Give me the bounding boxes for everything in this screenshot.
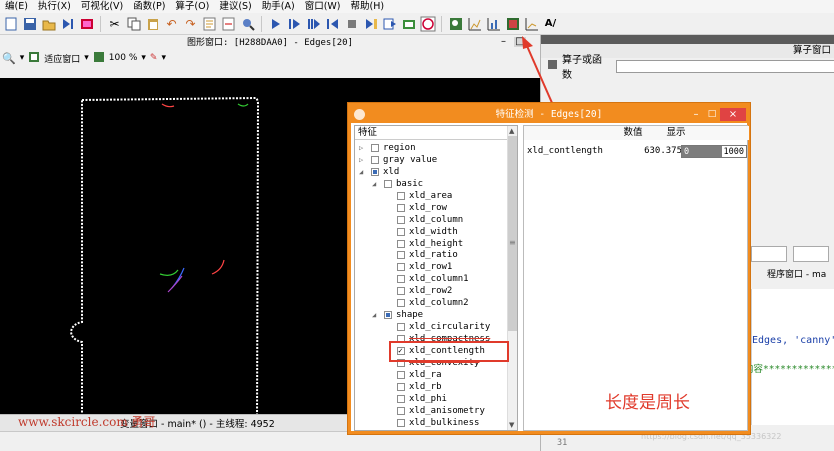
tree-item[interactable]: xld_area [355,190,507,202]
tree-item-label: basic [396,178,424,189]
feature-row[interactable]: xld_contlength 630.375 0 1000 [524,144,749,158]
expand-icon[interactable]: ▷ [359,154,367,166]
highlight-box [389,341,509,362]
feature-tree-pane: 特征 ▷ region ▷ gray value ◢ xld ◢ basic xld_area x… [354,125,518,431]
tree-item[interactable]: xld_column2 [355,297,507,309]
feature-tree: ▷ region ▷ gray value ◢ xld ◢ basic xld_area xld_… [355,142,507,429]
tree-checkbox[interactable] [397,251,405,260]
tree-item-label: xld_column2 [409,298,469,309]
tree-item[interactable]: xld_anisometry [355,405,507,417]
tree-item[interactable]: xld_ratio [355,249,507,261]
tree-item[interactable]: xld_circularity [355,321,507,333]
tree-checkbox[interactable] [371,167,379,176]
tree-item-label: xld [383,166,400,177]
scroll-down-icon[interactable]: ▼ [509,421,514,429]
screen-root: { "menu": ["编(E)","执行(X)","可视化(V)","函数(P… [0,0,834,451]
tree-item-label: xld_phi [409,393,447,404]
tree-checkbox[interactable] [397,191,405,200]
value-column-header: 数值 [623,127,643,138]
tree-item-label: xld_row1 [409,262,453,273]
tree-item[interactable]: ◢ shape [355,309,507,321]
feature-inspection-dialog: 特征检测 - Edges[20] – □ × 特征 ▷ region ▷ gray v… [348,103,750,434]
tree-item[interactable]: ▷ gray value [355,154,507,166]
tree-item-label: xld_row2 [409,286,453,297]
tree-checkbox[interactable] [397,203,405,212]
tree-item-label: xld_column1 [409,274,469,285]
feature-values-pane: 数值 显示 xld_contlength 630.375 0 1000 [523,125,749,431]
tree-checkbox[interactable] [397,382,405,391]
tree-checkbox[interactable] [384,179,392,188]
tree-checkbox[interactable] [397,394,405,403]
tree-item[interactable]: ◢ basic [355,178,507,190]
tree-item[interactable]: xld_row [355,202,507,214]
tree-item-label: xld_bulkiness [409,417,480,428]
tree-item[interactable]: ▷ region [355,142,507,154]
feature-tree-header: 特征 [355,126,507,140]
tree-item-label: shape [396,310,424,321]
tree-item-label: xld_anisometry [409,405,485,416]
annotation-text: 长度是周长 [605,393,690,413]
display-column-header: 显示 [666,127,686,138]
tree-checkbox[interactable] [397,227,405,236]
tree-item[interactable]: xld_bulkiness [355,417,507,429]
tree-item[interactable]: xld_column [355,214,507,226]
tree-item[interactable]: xld_rb [355,381,507,393]
tree-checkbox[interactable] [397,406,405,415]
tree-item-label: xld_circularity [409,322,491,333]
tree-checkbox[interactable] [397,418,405,427]
tree-item[interactable]: xld_phi [355,393,507,405]
tree-item[interactable]: xld_row1 [355,261,507,273]
tree-checkbox[interactable] [371,144,379,152]
dialog-close-button[interactable]: × [720,108,746,121]
tree-checkbox[interactable] [397,370,405,379]
feature-values-header: 数值 显示 [524,126,749,140]
expand-icon[interactable]: ▷ [359,142,367,154]
dialog-app-icon [354,109,365,120]
tree-checkbox[interactable] [397,239,405,248]
tree-checkbox[interactable] [384,311,392,320]
tree-checkbox[interactable] [397,287,405,296]
tree-checkbox[interactable] [397,323,405,332]
tree-item[interactable]: xld_column1 [355,273,507,285]
tree-item[interactable]: ◢ xld [355,166,507,178]
tree-item-label: xld_row [409,202,447,213]
dialog-maximize-button[interactable]: □ [705,106,719,123]
tree-item-label: gray value [383,154,438,165]
dialog-title: 特征检测 - Edges[20] [351,106,747,123]
feature-bar-min: 0 [684,147,690,157]
tree-checkbox[interactable] [397,263,405,272]
tree-checkbox[interactable] [371,155,379,164]
feature-name: xld_contlength [527,146,603,156]
collapse-icon[interactable]: ◢ [372,309,380,321]
tree-item[interactable]: xld_ra [355,369,507,381]
scrollbar-thumb[interactable] [508,136,517,331]
tree-checkbox[interactable] [397,275,405,284]
tree-item-label: xld_ra [409,369,442,380]
tree-item[interactable]: xld_height [355,238,507,250]
tree-item-label: xld_rb [409,381,442,392]
collapse-icon[interactable]: ◢ [359,166,367,178]
feature-bar-max: 1000 [723,147,744,157]
tree-checkbox[interactable] [397,299,405,308]
feature-display-bar[interactable]: 0 1000 [681,145,747,158]
tree-item[interactable]: xld_row2 [355,285,507,297]
dialog-minimize-button[interactable]: – [689,106,703,123]
tree-checkbox[interactable] [397,215,405,224]
tree-item-label: xld_width [409,226,458,237]
tree-item-label: region [383,143,416,153]
feature-value: 630.375 [644,146,682,156]
arrowhead-toolbar [522,36,533,49]
tree-item-label: xld_column [409,214,464,225]
tree-item-label: xld_area [409,190,453,201]
tree-item-label: xld_height [409,238,464,249]
scroll-grip-icon: ≡ [509,238,516,247]
collapse-icon[interactable]: ◢ [372,178,380,190]
scroll-up-icon[interactable]: ▲ [509,127,514,135]
tree-item-label: xld_ratio [409,250,458,261]
tree-item[interactable]: xld_width [355,226,507,238]
